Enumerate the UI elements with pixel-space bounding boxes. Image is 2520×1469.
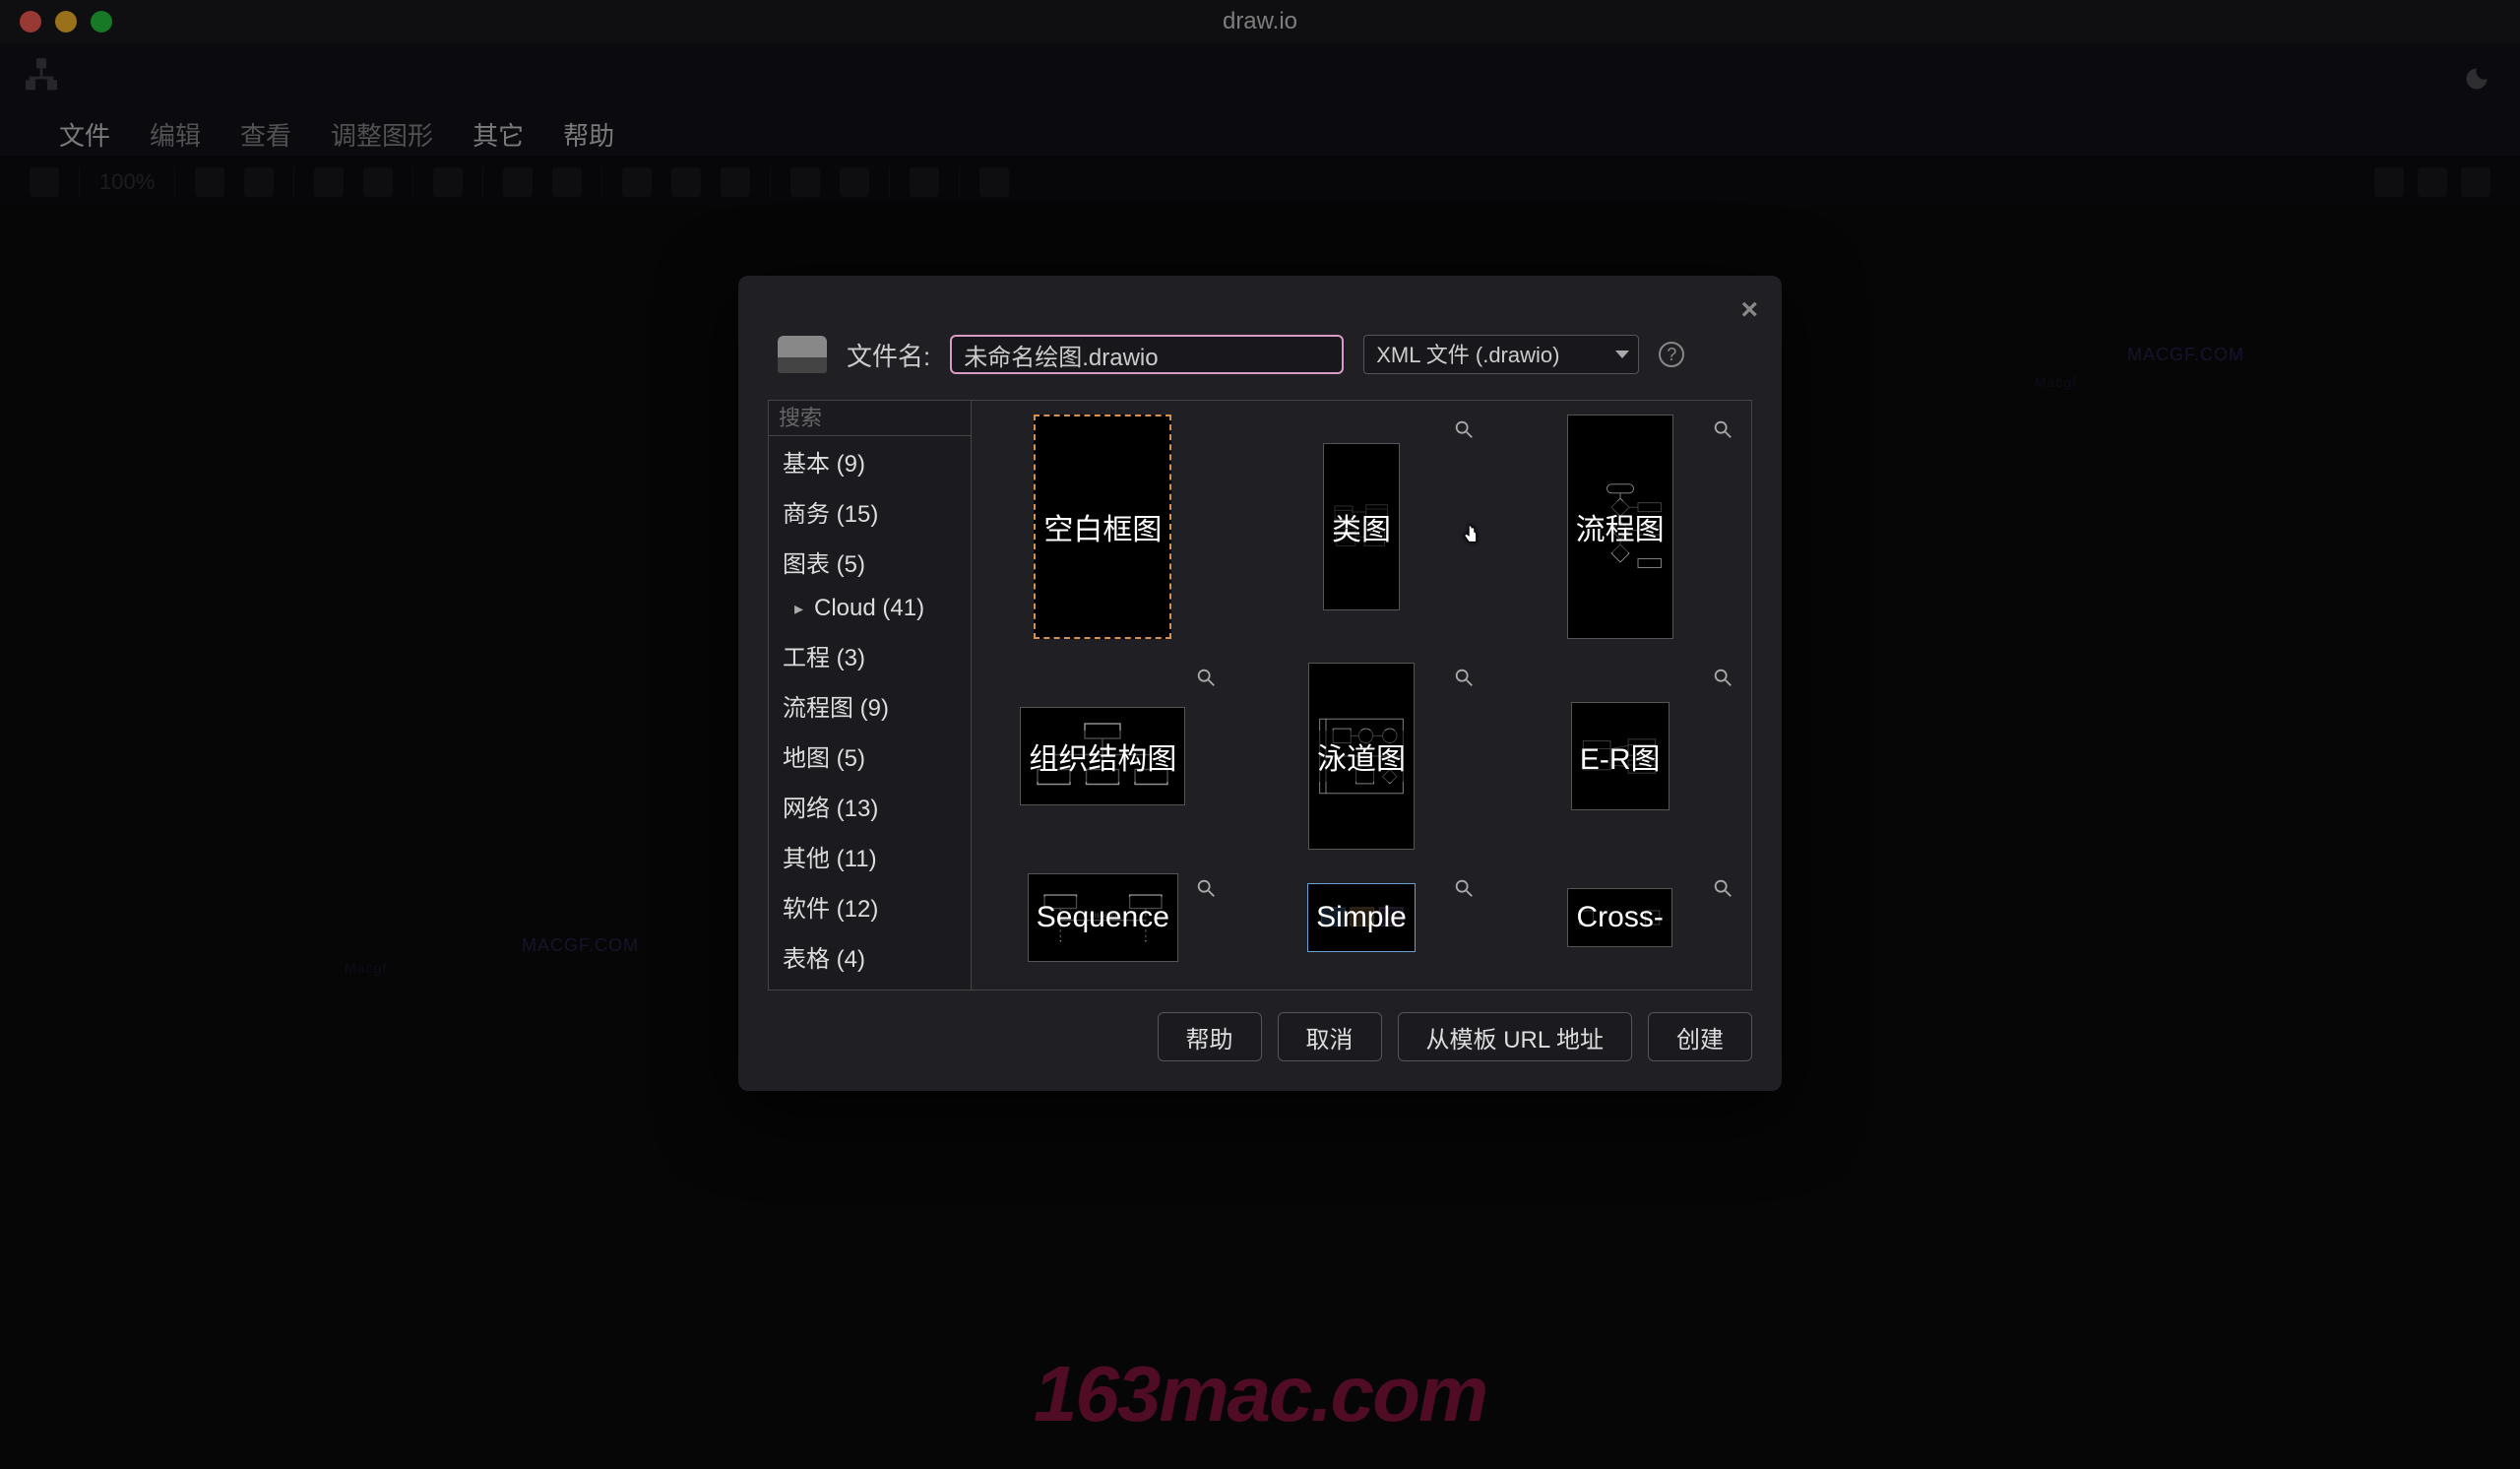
template-simple[interactable]: Simple	[1307, 883, 1416, 952]
cancel-button[interactable]: 取消	[1278, 1012, 1382, 1061]
template-org-chart[interactable]: 组织结构图	[1020, 707, 1185, 805]
category-item[interactable]: 网络 (13)	[769, 781, 971, 831]
preview-zoom-icon[interactable]	[1712, 418, 1733, 440]
device-icon	[778, 336, 827, 373]
modal-overlay: × 文件名: XML 文件 (.drawio) ?	[0, 0, 2520, 1469]
preview-zoom-icon[interactable]	[1453, 418, 1475, 440]
category-item[interactable]: 流程图 (9)	[769, 680, 971, 731]
template-grid: 空白框图 类图 流程图	[972, 401, 1751, 990]
preview-zoom-icon[interactable]	[1712, 877, 1733, 899]
category-item-cloud[interactable]: ▸Cloud (41)	[769, 587, 971, 630]
template-flowchart[interactable]: 流程图	[1567, 415, 1673, 639]
category-item[interactable]: 表格 (4)	[769, 931, 971, 982]
category-item[interactable]: UML (8)	[769, 982, 971, 990]
help-button[interactable]: 帮助	[1158, 1012, 1262, 1061]
category-item[interactable]: 商务 (15)	[769, 486, 971, 537]
preview-zoom-icon[interactable]	[1712, 667, 1733, 688]
filename-label: 文件名:	[847, 337, 930, 373]
dialog-close-button[interactable]: ×	[1740, 293, 1758, 327]
from-url-button[interactable]: 从模板 URL 地址	[1398, 1012, 1632, 1061]
new-file-dialog: × 文件名: XML 文件 (.drawio) ?	[738, 276, 1782, 1091]
template-cross[interactable]: Cross-	[1567, 888, 1671, 947]
create-button[interactable]: 创建	[1648, 1012, 1752, 1061]
template-sequence[interactable]: dispatch Sequence	[1028, 873, 1178, 962]
preview-zoom-icon[interactable]	[1453, 667, 1475, 688]
preview-zoom-icon[interactable]	[1453, 877, 1475, 899]
template-blank[interactable]: 空白框图	[1034, 415, 1171, 639]
category-item[interactable]: 图表 (5)	[769, 537, 971, 587]
category-item[interactable]: 工程 (3)	[769, 630, 971, 680]
category-item[interactable]: 地图 (5)	[769, 731, 971, 781]
format-select[interactable]: XML 文件 (.drawio)	[1363, 335, 1639, 374]
category-item[interactable]: 软件 (12)	[769, 881, 971, 931]
template-swimlane[interactable]: 泳道图	[1308, 663, 1415, 850]
template-er-diagram[interactable]: E-R图	[1571, 702, 1670, 810]
template-sidebar: 基本 (9) 商务 (15) 图表 (5) ▸Cloud (41) 工程 (3)…	[769, 401, 972, 990]
dialog-footer: 帮助 取消 从模板 URL 地址 创建	[768, 1012, 1752, 1061]
cursor-pointer-icon	[1461, 522, 1482, 547]
preview-zoom-icon[interactable]	[1195, 667, 1217, 688]
preview-zoom-icon[interactable]	[1195, 877, 1217, 899]
template-class-diagram[interactable]: 类图	[1323, 443, 1400, 610]
category-list: 基本 (9) 商务 (15) 图表 (5) ▸Cloud (41) 工程 (3)…	[769, 436, 971, 990]
chevron-right-icon: ▸	[794, 599, 808, 619]
help-icon[interactable]: ?	[1659, 342, 1684, 367]
filename-input[interactable]	[950, 335, 1344, 374]
category-item[interactable]: 基本 (9)	[769, 436, 971, 486]
category-item[interactable]: 其他 (11)	[769, 831, 971, 881]
